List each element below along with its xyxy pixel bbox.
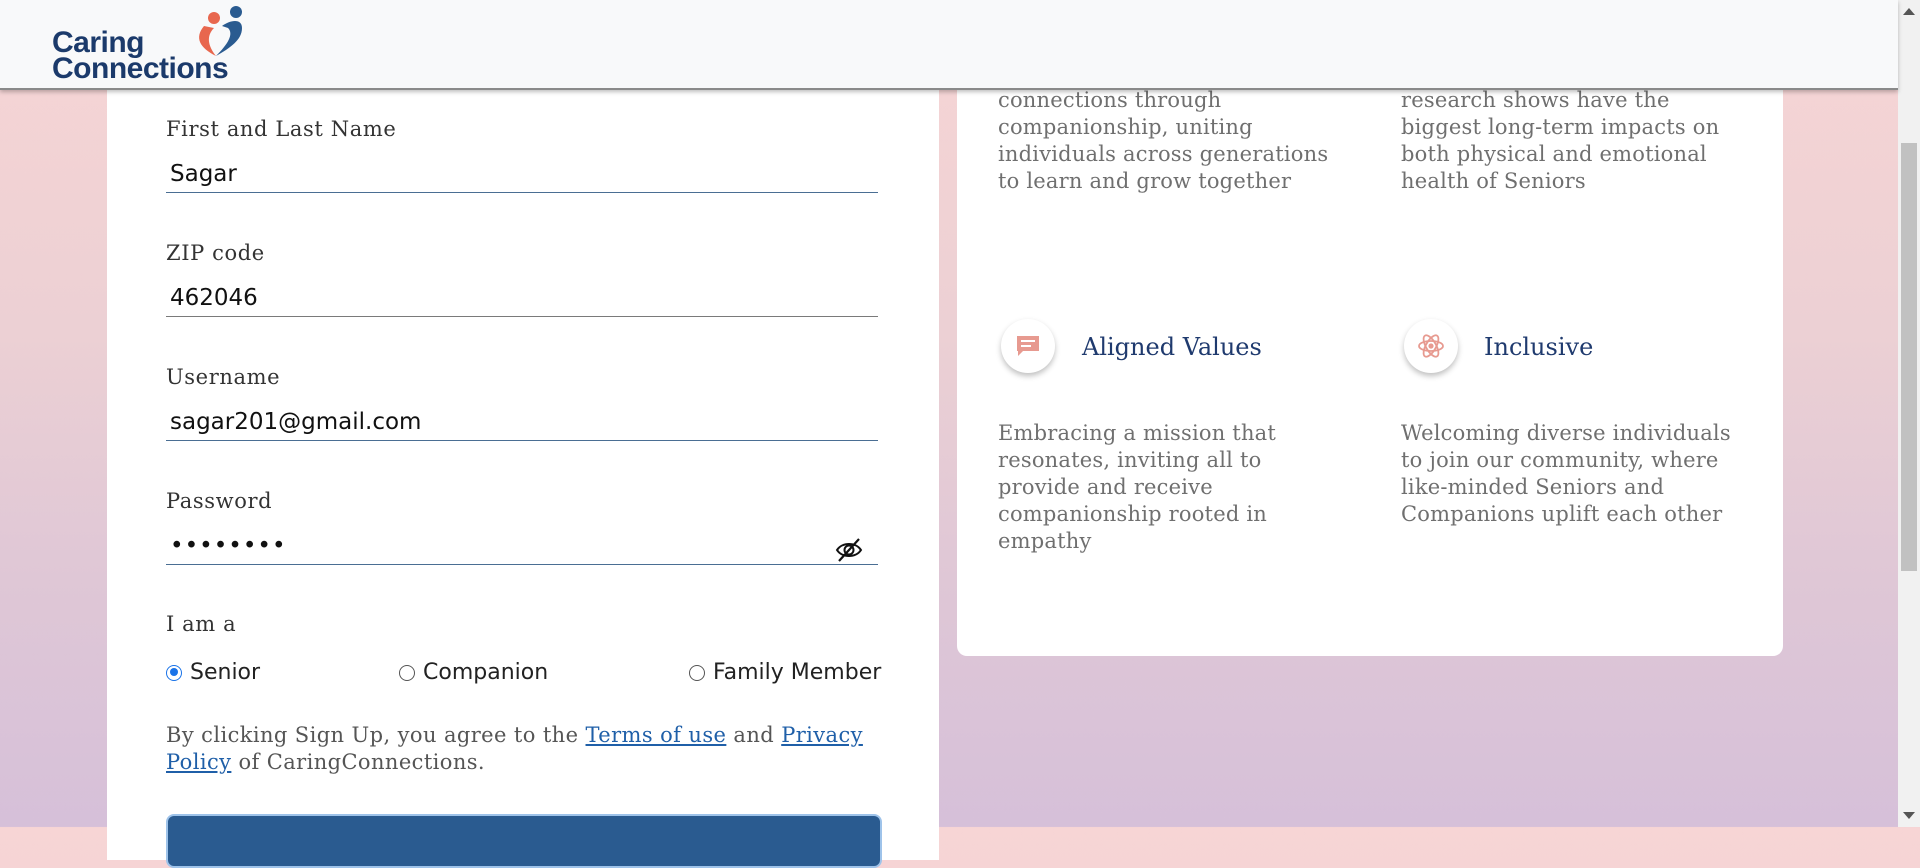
zip-input[interactable] [166, 279, 878, 317]
scroll-up-arrow-icon[interactable] [1903, 8, 1915, 15]
family-member-radio-label: Family Member [713, 660, 882, 685]
eye-slash-icon[interactable] [834, 536, 864, 564]
role-option-companion[interactable]: Companion [399, 660, 548, 685]
username-label: Username [166, 365, 281, 389]
username-input[interactable] [166, 403, 878, 441]
senior-radio-label: Senior [190, 660, 261, 685]
companion-radio[interactable] [399, 664, 415, 681]
feature-title-aligned-values: Aligned Values [1082, 333, 1262, 361]
site-header: Caring Connections [0, 0, 1898, 90]
role-option-family-member[interactable]: Family Member [689, 660, 881, 685]
name-input[interactable] [166, 155, 878, 193]
terms-of-use-link[interactable]: Terms of use [586, 723, 727, 747]
scrollbar-thumb[interactable] [1901, 143, 1917, 571]
senior-radio[interactable] [166, 664, 182, 681]
sign-up-button[interactable] [166, 814, 882, 868]
features-card: connections through companionship, uniti… [957, 50, 1783, 656]
scroll-down-arrow-icon[interactable] [1903, 812, 1915, 819]
consent-suffix: of CaringConnections. [231, 750, 485, 774]
consent-prefix: By clicking Sign Up, you agree to the [166, 723, 586, 747]
consent-middle: and [726, 723, 782, 747]
atom-icon [1404, 319, 1458, 373]
feature-title-inclusive: Inclusive [1484, 333, 1594, 361]
name-label: First and Last Name [166, 117, 397, 141]
zip-label: ZIP code [166, 241, 265, 265]
password-input[interactable] [166, 527, 878, 565]
heart-people-icon [199, 6, 242, 56]
signup-form-card: First and Last Name ZIP code Username Pa… [107, 60, 939, 868]
family-member-radio[interactable] [689, 664, 705, 681]
feature-desc-aligned-values: Embracing a mission that resonates, invi… [998, 421, 1277, 553]
companion-radio-label: Companion [423, 660, 549, 685]
feature-desc-health: research shows have the biggest long-ter… [1401, 88, 1720, 193]
logo-line2: Connections [52, 52, 229, 85]
role-label: I am a [166, 612, 237, 636]
password-label: Password [166, 489, 273, 513]
role-option-senior[interactable]: Senior [166, 660, 260, 685]
caring-connections-logo[interactable]: Caring Connections [50, 4, 242, 88]
feature-desc-inclusive: Welcoming diverse individuals to join ou… [1401, 421, 1731, 526]
chat-icon [1001, 319, 1055, 373]
page-scrollbar[interactable] [1898, 0, 1920, 827]
feature-desc-companionship: connections through companionship, uniti… [998, 88, 1329, 193]
consent-text: By clicking Sign Up, you agree to the Te… [166, 722, 878, 776]
